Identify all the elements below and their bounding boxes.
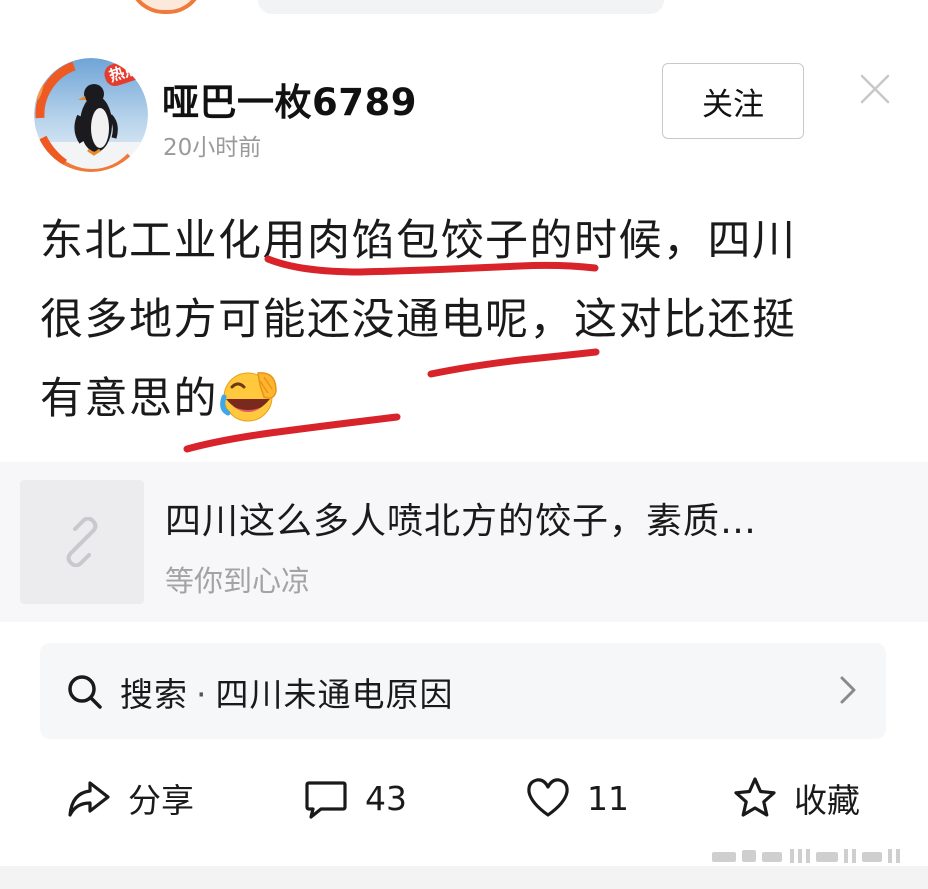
post-body-line-2: 很多地方可能还没通电呢，这对比还挺 (40, 295, 797, 345)
avatar[interactable]: 热点虎 (34, 58, 148, 172)
comment-button[interactable]: 43 (303, 772, 407, 824)
heart-icon (527, 778, 569, 817)
related-search-bar[interactable]: 搜索 · 四川未通电原因 (40, 643, 886, 739)
link-icon (66, 517, 98, 567)
linked-article-source: 等你到心凉 (165, 564, 311, 598)
search-icon (68, 675, 102, 709)
post-body: 东北工业化用肉馅包饺子的时候，四川 很多地方可能还没通电呢，这对比还挺 有意思的 (40, 202, 900, 439)
comment-icon (305, 781, 347, 819)
comment-count: 43 (365, 778, 407, 818)
post-time: 20小时前 (163, 135, 262, 161)
laughing-face-icon (220, 372, 277, 422)
link-thumbnail (20, 480, 144, 604)
author-name[interactable]: 哑巴一枚6789 (162, 72, 417, 126)
previous-avatar-remnant (128, 0, 204, 14)
share-label: 分享 (128, 781, 194, 820)
like-count: 11 (587, 778, 629, 818)
search-query: 四川未通电原因 (215, 675, 454, 714)
post-body-line-1: 东北工业化用肉馅包饺子的时候，四川 (40, 216, 797, 266)
linked-article-title[interactable]: 四川这么多人喷北方的饺子，素质… (165, 492, 905, 544)
search-label: 搜索 (120, 675, 188, 714)
watermark-graphic (712, 849, 900, 863)
post-body-line-3-text: 有意思的 (40, 374, 218, 424)
like-button[interactable]: 11 (525, 772, 629, 824)
share-icon (68, 781, 110, 817)
bottom-divider (0, 866, 928, 889)
linked-article-card[interactable]: 四川这么多人喷北方的饺子，素质… 等你到心凉 (0, 462, 928, 622)
search-separator: · (196, 675, 208, 714)
close-icon[interactable] (858, 72, 892, 106)
related-search-text: 搜索 · 四川未通电原因 (120, 668, 454, 716)
post-body-line-3: 有意思的 (40, 360, 900, 439)
previous-bar-remnant (258, 0, 664, 14)
follow-button[interactable]: 关注 (662, 63, 804, 139)
chevron-right-icon[interactable] (836, 674, 860, 706)
star-icon (734, 777, 776, 817)
favorite-button[interactable]: 收藏 (732, 772, 860, 824)
share-button[interactable]: 分享 (66, 772, 194, 824)
favorite-label: 收藏 (794, 781, 860, 820)
